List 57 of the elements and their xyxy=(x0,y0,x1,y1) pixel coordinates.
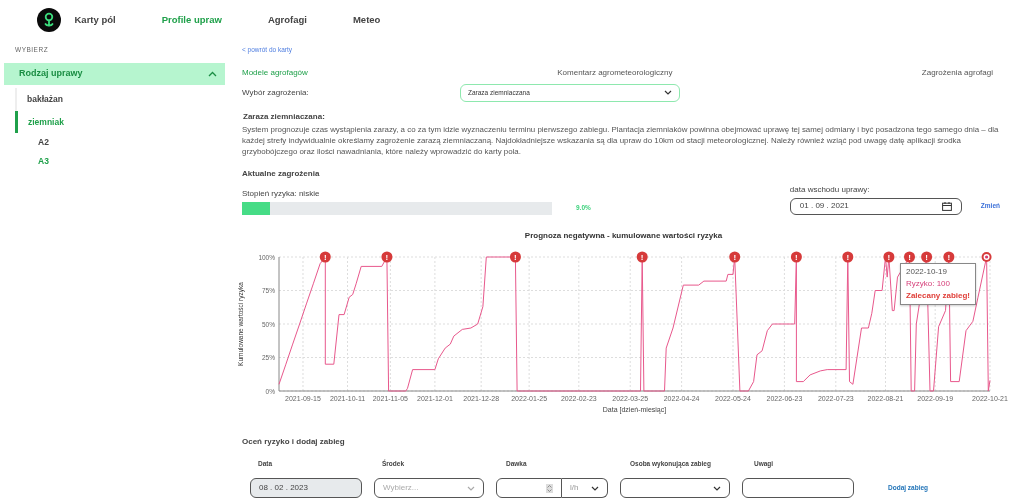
tooltip-date: 2022-10-19 xyxy=(906,265,948,278)
annotation: ! xyxy=(947,252,951,262)
alert-marker: ! xyxy=(904,251,915,262)
annotation: ! xyxy=(846,252,850,262)
date-label: data wschodu uprawy: xyxy=(789,183,871,196)
app-logo[interactable] xyxy=(37,8,61,32)
field-label: Wybór zagrożenia: xyxy=(242,86,310,99)
alert-marker: ! xyxy=(790,251,802,262)
chevron-down-icon xyxy=(591,485,599,491)
alert-marker: ! xyxy=(729,251,741,262)
calendar-icon xyxy=(941,201,952,211)
emergence-date-field[interactable]: 01 . 09 . 2021 xyxy=(789,197,962,215)
annotation: ! xyxy=(640,252,644,262)
selected-point-marker xyxy=(981,251,992,262)
tab[interactable]: Komentarz agrometeorologiczny xyxy=(557,66,673,79)
annotation: ! xyxy=(514,252,517,262)
nav-link[interactable]: Karty pól xyxy=(74,12,116,28)
annotation: ! xyxy=(795,252,798,262)
tooltip-risk: Ryzyko: 100 xyxy=(906,277,952,290)
sidebar-subitem[interactable]: A3 xyxy=(0,152,225,171)
annotation: ! xyxy=(733,252,737,262)
tab[interactable]: Modele agrofagów xyxy=(242,66,308,79)
nav-link[interactable]: Profile upraw xyxy=(161,12,222,28)
chevron-down-icon xyxy=(467,485,475,491)
chevron-up-icon xyxy=(208,70,217,77)
date-input[interactable]: 08 . 02 . 2023 xyxy=(250,478,362,498)
chevron-down-icon xyxy=(713,485,721,491)
person-select[interactable] xyxy=(620,478,730,498)
section-title: Aktualne zagrożenia xyxy=(242,167,321,180)
tab[interactable]: Zagrożenia agrofagi xyxy=(921,66,993,79)
annotation: ! xyxy=(323,252,327,262)
alert-marker: ! xyxy=(381,251,393,262)
annotation: ! xyxy=(925,252,928,262)
alert-marker: ! xyxy=(943,251,955,262)
nav-link[interactable]: Agrofagi xyxy=(267,12,307,28)
annotation: ! xyxy=(908,252,911,262)
sidebar-subitem[interactable]: A2 xyxy=(0,133,225,152)
alert-marker: ! xyxy=(636,251,648,262)
chevron-down-icon xyxy=(664,90,672,95)
alert-marker: ! xyxy=(319,251,331,262)
tooltip-advice: Zalecany zabieg! xyxy=(906,289,971,302)
notes-input[interactable] xyxy=(742,478,854,498)
accordion-header[interactable]: Rodzaj uprawy xyxy=(4,62,225,85)
description-title: Zaraza ziemniaczana: xyxy=(243,110,326,123)
risk-label: Stopień ryzyka: niskie xyxy=(242,187,321,200)
form-title: Oceń ryzyko i dodaj zabieg xyxy=(242,435,346,448)
dose-input[interactable] xyxy=(496,478,562,498)
alert-marker: ! xyxy=(509,251,521,262)
annotation: ! xyxy=(887,252,891,262)
annotation: ! xyxy=(385,252,389,262)
chart-title: Prognoza negatywna - kumulowane wartości ryzyka xyxy=(523,229,724,242)
alert-marker: ! xyxy=(921,251,933,262)
nav-link[interactable]: Meteo xyxy=(352,12,381,28)
alert-marker: ! xyxy=(842,251,854,262)
alert-marker: ! xyxy=(883,251,895,262)
sidebar-item[interactable]: bakłażan xyxy=(15,87,225,111)
spinner-icon xyxy=(546,483,553,493)
